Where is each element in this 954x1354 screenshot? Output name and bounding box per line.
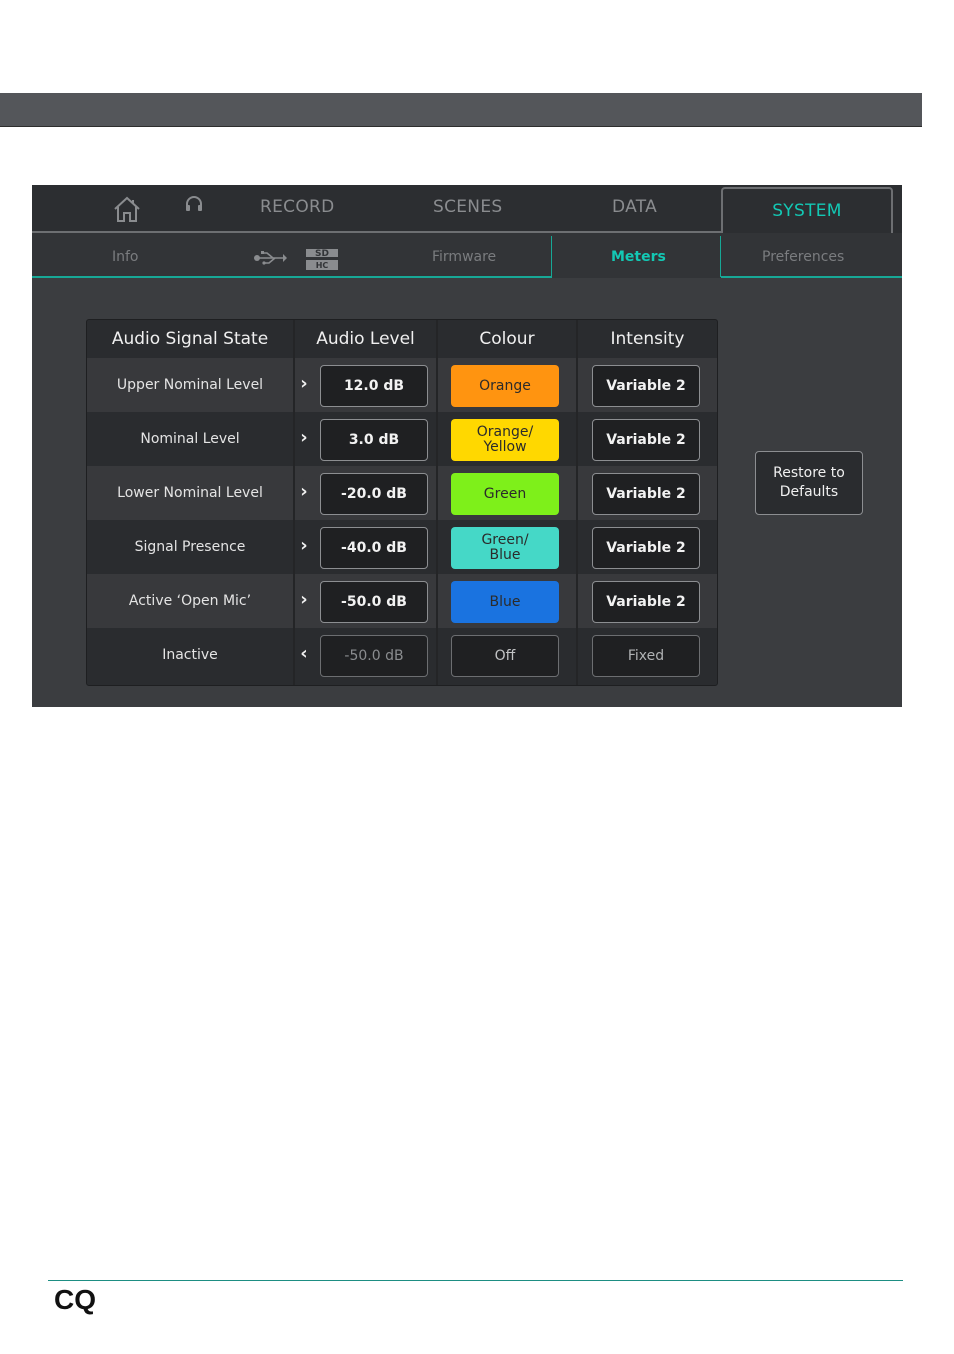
colour-button-off[interactable]: Off bbox=[451, 635, 559, 677]
sub-tab-divider bbox=[720, 236, 721, 277]
sub-tab-preferences[interactable]: Preferences bbox=[762, 249, 844, 265]
column-divider bbox=[436, 320, 438, 685]
tab-data[interactable]: DATA bbox=[612, 197, 657, 217]
column-divider bbox=[576, 320, 578, 685]
footer-divider bbox=[48, 1280, 903, 1281]
main-tab-bar: RECORD SCENES DATA SYSTEM bbox=[32, 185, 902, 233]
audio-level-button[interactable]: -50.0 dB bbox=[320, 581, 428, 623]
audio-level-button[interactable]: -40.0 dB bbox=[320, 527, 428, 569]
meter-settings-table: Audio Signal State Audio Level Colour In… bbox=[86, 319, 718, 686]
signal-state-label: Active ‘Open Mic’ bbox=[128, 593, 252, 609]
svg-text:SD: SD bbox=[315, 249, 329, 259]
header-colour: Colour bbox=[479, 329, 535, 349]
headphones-icon[interactable] bbox=[184, 195, 204, 213]
arrow-right-icon: › bbox=[300, 481, 308, 502]
mixer-screen: RECORD SCENES DATA SYSTEM Info SD HC Fir… bbox=[32, 185, 902, 707]
colour-button-green[interactable]: Green bbox=[451, 473, 559, 515]
signal-state-label: Inactive bbox=[162, 647, 218, 663]
arrow-right-icon: › bbox=[300, 535, 308, 556]
tab-scenes[interactable]: SCENES bbox=[433, 197, 502, 217]
signal-state-label: Signal Presence bbox=[134, 539, 246, 555]
header-intensity: Intensity bbox=[610, 329, 685, 349]
colour-button-green-blue[interactable]: Green/ Blue bbox=[451, 527, 559, 569]
arrow-right-icon: › bbox=[300, 373, 308, 394]
restore-defaults-button[interactable]: Restore to Defaults bbox=[755, 451, 863, 515]
colour-button-orange[interactable]: Orange bbox=[451, 365, 559, 407]
intensity-button[interactable]: Variable 2 bbox=[592, 527, 700, 569]
colour-button-blue[interactable]: Blue bbox=[451, 581, 559, 623]
signal-state-label: Lower Nominal Level bbox=[117, 485, 263, 501]
sub-tab-underline bbox=[32, 276, 552, 278]
home-icon[interactable] bbox=[112, 195, 142, 223]
intensity-button[interactable]: Fixed bbox=[592, 635, 700, 677]
intensity-button[interactable]: Variable 2 bbox=[592, 419, 700, 461]
sub-tab-meters[interactable]: Meters bbox=[611, 249, 666, 265]
audio-level-button[interactable]: -50.0 dB bbox=[320, 635, 428, 677]
brand-logo: CQ bbox=[54, 1284, 96, 1315]
sub-tab-underline bbox=[721, 276, 902, 278]
arrow-right-icon: › bbox=[300, 427, 308, 448]
intensity-button[interactable]: Variable 2 bbox=[592, 581, 700, 623]
sub-tab-firmware[interactable]: Firmware bbox=[432, 249, 496, 265]
intensity-button[interactable]: Variable 2 bbox=[592, 365, 700, 407]
colour-button-orange-yellow[interactable]: Orange/ Yellow bbox=[451, 419, 559, 461]
arrow-right-icon: › bbox=[300, 589, 308, 610]
tab-record[interactable]: RECORD bbox=[260, 197, 335, 217]
audio-level-button[interactable]: -20.0 dB bbox=[320, 473, 428, 515]
audio-level-button[interactable]: 12.0 dB bbox=[320, 365, 428, 407]
signal-state-label: Nominal Level bbox=[140, 431, 240, 447]
arrow-left-icon: ‹ bbox=[300, 643, 308, 664]
usb-icon[interactable] bbox=[253, 251, 287, 265]
header-audio-level: Audio Level bbox=[316, 329, 415, 349]
sdhc-icon[interactable]: SD HC bbox=[304, 247, 340, 271]
signal-state-label: Upper Nominal Level bbox=[116, 377, 264, 393]
column-divider bbox=[293, 320, 295, 685]
audio-level-button[interactable]: 3.0 dB bbox=[320, 419, 428, 461]
sub-tab-bar: Info SD HC Firmware Meters Preferences bbox=[32, 233, 902, 278]
intensity-button[interactable]: Variable 2 bbox=[592, 473, 700, 515]
page-header-bar bbox=[0, 93, 922, 127]
header-audio-signal-state: Audio Signal State bbox=[111, 329, 269, 349]
svg-text:HC: HC bbox=[316, 261, 329, 270]
sub-tab-info[interactable]: Info bbox=[112, 249, 139, 265]
sub-tab-divider bbox=[551, 236, 552, 277]
tab-system[interactable]: SYSTEM bbox=[721, 187, 893, 233]
